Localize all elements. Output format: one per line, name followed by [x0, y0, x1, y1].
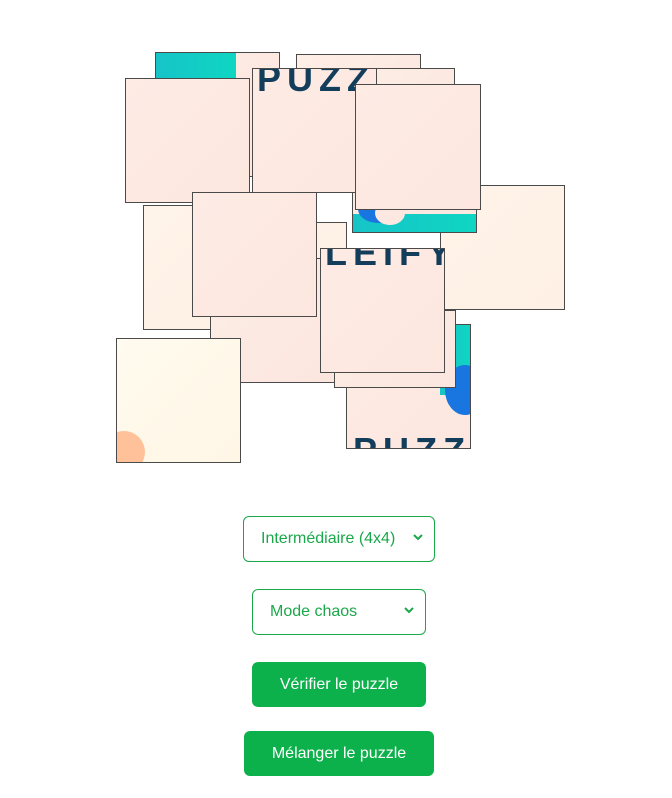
shuffle-puzzle-button[interactable]: Mélanger le puzzle — [244, 731, 434, 776]
chevron-down-icon — [404, 607, 414, 614]
puzzle-tile[interactable] — [125, 78, 250, 203]
puzzle-tile[interactable]: LEIFY — [320, 248, 445, 373]
puzzle-tile[interactable] — [355, 84, 481, 210]
tile-lettering: LEIFY — [325, 248, 445, 273]
mode-select-value: Mode chaos — [270, 603, 358, 620]
difficulty-select-value: Intermédiaire (4x4) — [261, 530, 396, 547]
tile-lettering: PUZZ — [353, 433, 470, 449]
puzzle-board: PUZZ PUZZ LEIFY — [0, 0, 672, 480]
difficulty-select[interactable]: Intermédiaire (4x4) — [243, 516, 435, 562]
check-puzzle-button[interactable]: Vérifier le puzzle — [252, 662, 426, 707]
puzzle-tile[interactable] — [192, 192, 317, 317]
chevron-down-icon — [413, 534, 423, 541]
mode-select[interactable]: Mode chaos — [252, 589, 426, 635]
puzzle-tile[interactable] — [116, 338, 241, 463]
